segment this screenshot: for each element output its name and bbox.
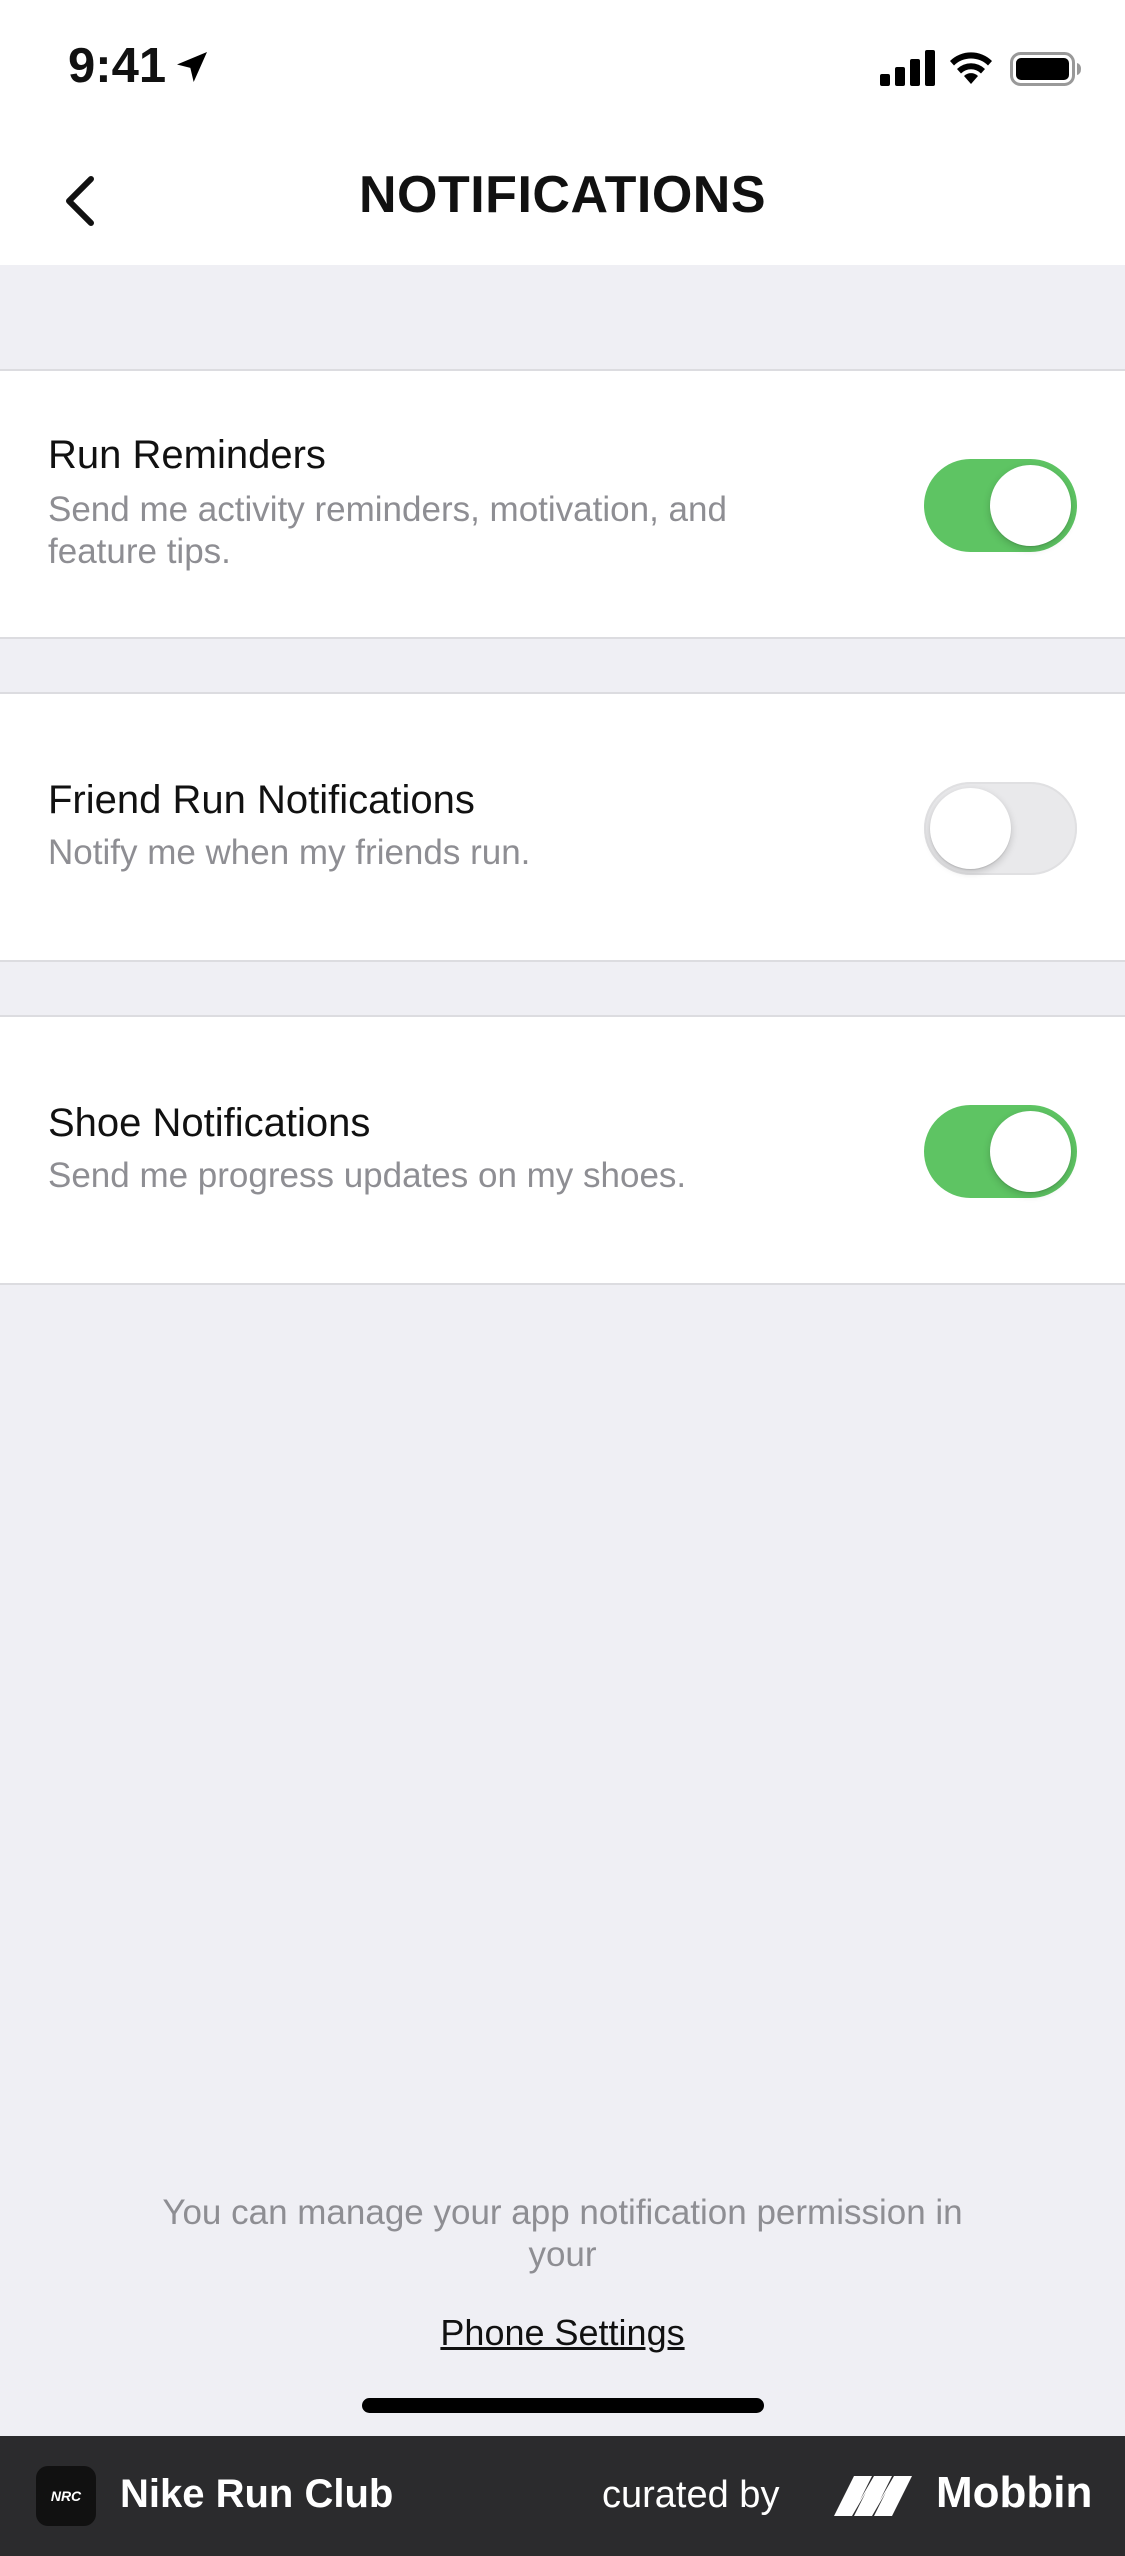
- toggle-knob: [990, 1111, 1071, 1192]
- setting-description: Send me progress updates on my shoes.: [48, 1156, 687, 1195]
- setting-description: Send me activity reminders, motivation, …: [48, 490, 727, 571]
- setting-row-shoe-notifications: Shoe Notifications Send me progress upda…: [0, 1015, 1125, 1285]
- location-arrow-icon: [177, 52, 207, 82]
- footer-note: You can manage your app notification per…: [162, 2193, 963, 2274]
- setting-title: Friend Run Notifications: [48, 778, 475, 822]
- setting-row-friend-run-notifications: Friend Run Notifications Notify me when …: [0, 692, 1125, 962]
- status-time: 9:41: [68, 39, 167, 93]
- phone-settings-link[interactable]: Phone Settings: [0, 2312, 1125, 2354]
- setting-title: Run Reminders: [48, 433, 326, 477]
- wifi-icon: [950, 52, 992, 84]
- mobbin-wordmark: Mobbin: [936, 2468, 1093, 2517]
- shoe-notifications-toggle[interactable]: [924, 1105, 1077, 1198]
- home-indicator: [362, 2398, 764, 2413]
- curated-by-label: curated by: [602, 2474, 780, 2516]
- setting-row-run-reminders: Run Reminders Send me activity reminders…: [0, 369, 1125, 639]
- app-name: Nike Run Club: [120, 2472, 394, 2516]
- app-logo: NRC: [36, 2466, 96, 2526]
- run-reminders-toggle[interactable]: [924, 459, 1077, 552]
- app-logo-text: NRC: [50, 2488, 82, 2504]
- setting-description: Notify me when my friends run.: [48, 833, 531, 872]
- setting-title: Shoe Notifications: [48, 1101, 371, 1145]
- toggle-knob: [930, 788, 1011, 869]
- battery-icon: [1010, 52, 1081, 86]
- notifications-screen: 9:41 NOTIFICATIONS Run Reminders Send me…: [0, 0, 1125, 2556]
- page-title: NOTIFICATIONS: [358, 166, 767, 224]
- navigation-bar: NOTIFICATIONS: [0, 135, 1125, 265]
- status-bar: 9:41: [0, 0, 1125, 135]
- brand-bar: NRC Nike Run Club curated by Mobbin: [0, 2436, 1125, 2556]
- friend-run-notifications-toggle[interactable]: [924, 782, 1077, 875]
- mobbin-logo-icon: [834, 2476, 912, 2516]
- cellular-signal-icon: [880, 50, 935, 86]
- toggle-knob: [990, 465, 1071, 546]
